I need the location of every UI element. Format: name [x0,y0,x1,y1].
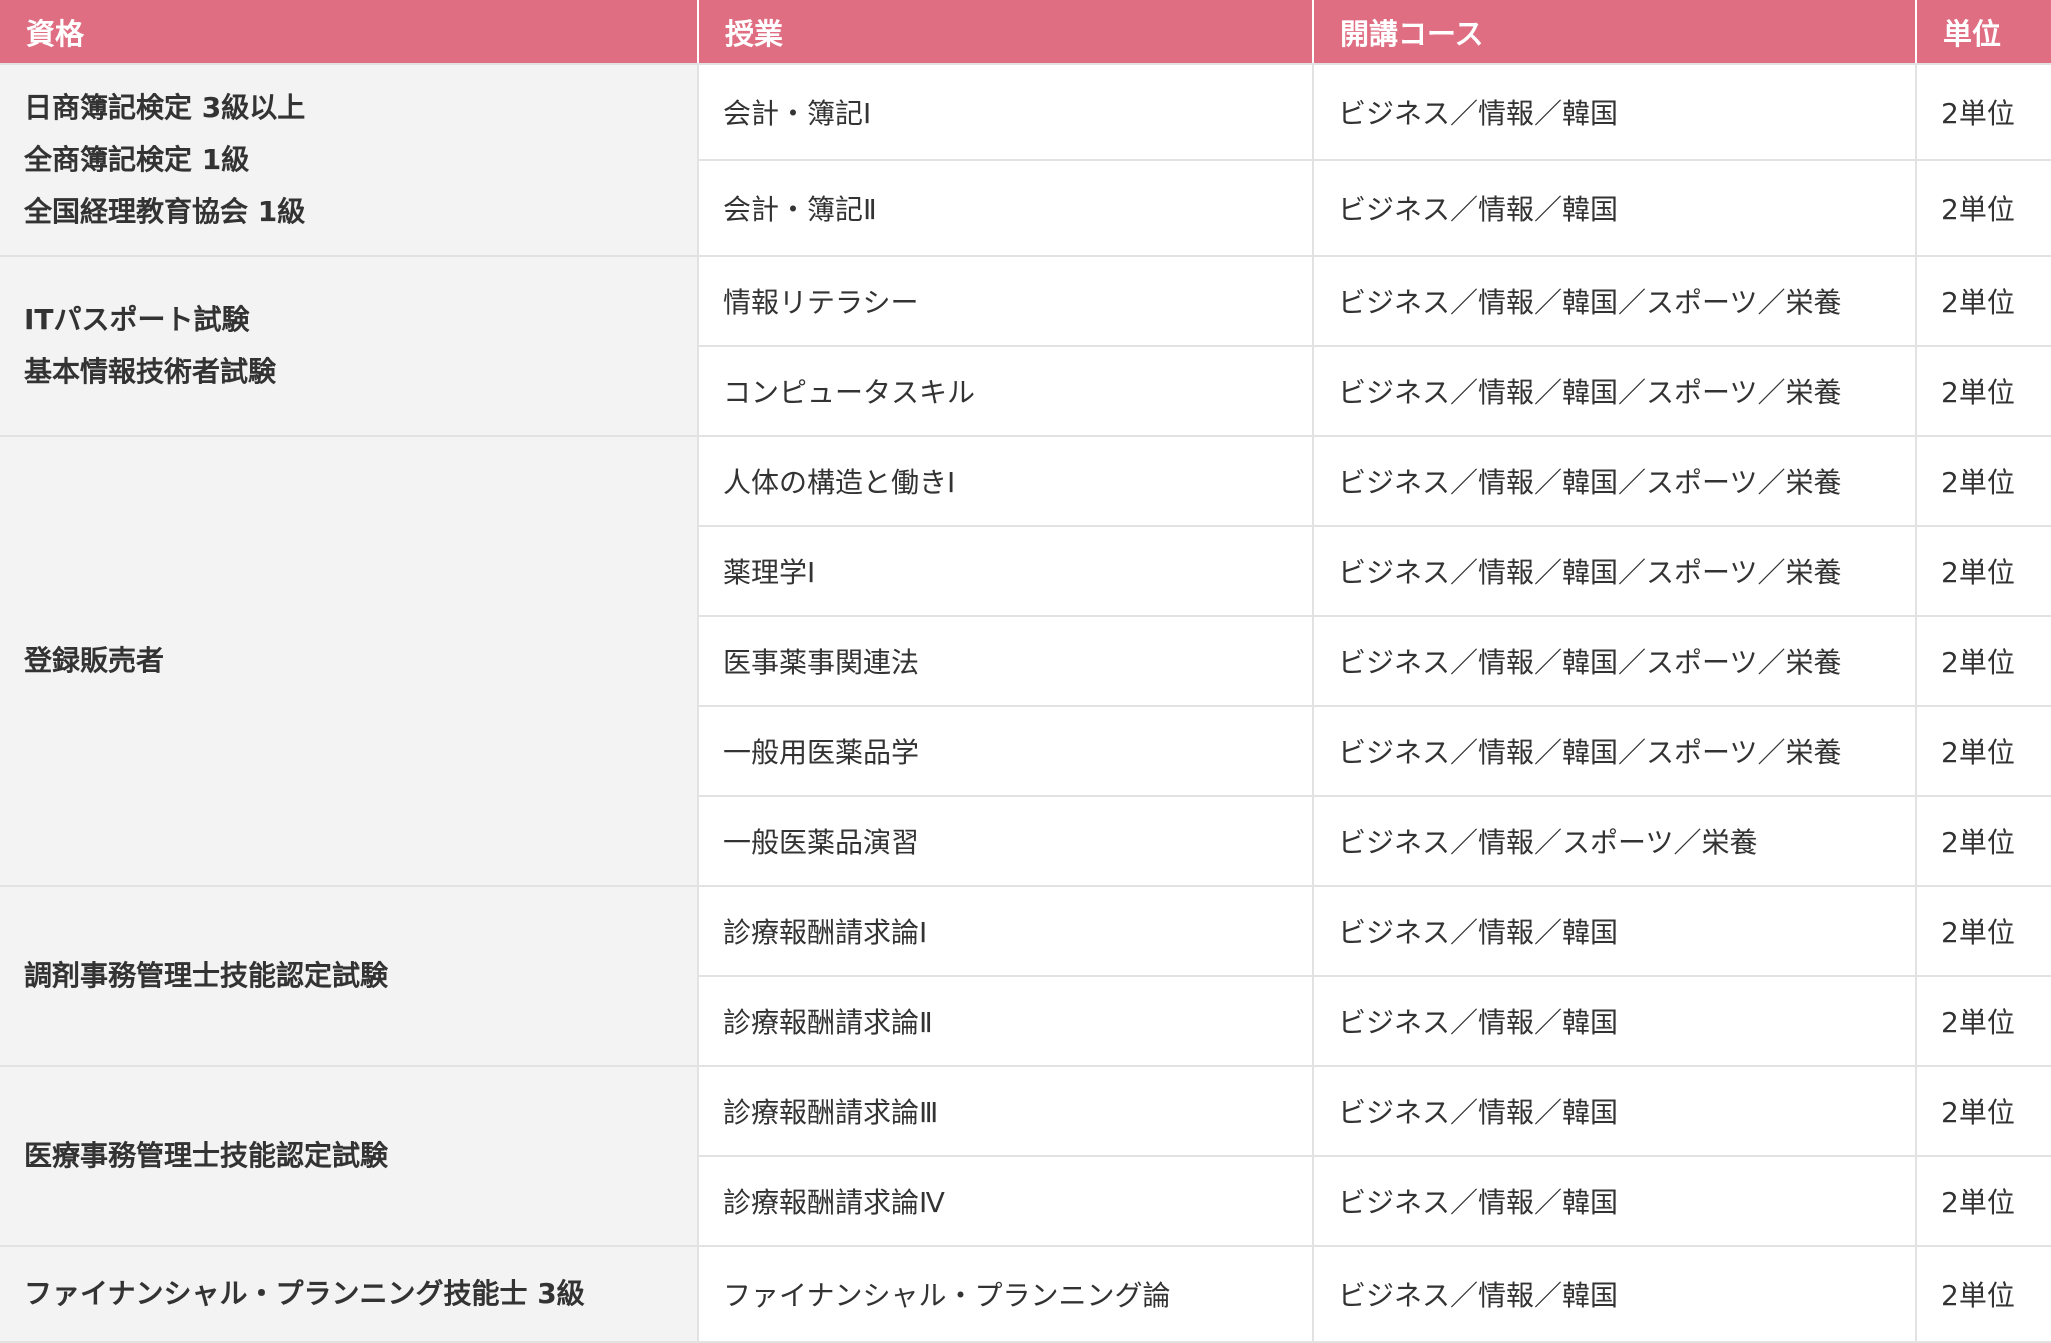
table-row: 日商簿記検定 3級以上 全商簿記検定 1級 全国経理教育協会 1級 会計・簿記Ⅰ ビジネ… [0,63,2051,257]
qualification-name: 登録販売者 [24,644,165,677]
unit-cell: 2単位 [1915,345,2051,437]
course-cell: ビジネス／情報／韓国 [1312,885,1917,977]
class-cell: 会計・簿記Ⅱ [697,159,1314,257]
course-cell: ビジネス／情報／韓国 [1312,63,1917,161]
course-cell: ビジネス／情報／韓国 [1312,975,1917,1067]
course-cell: ビジネス／情報／韓国 [1312,1065,1917,1157]
unit-cell: 2単位 [1915,525,2051,617]
class-cell: 会計・簿記Ⅰ [697,63,1314,161]
qualification-name: 調剤事務管理士技能認定試験 [24,959,389,992]
course-cell: ビジネス／情報／韓国／スポーツ／栄養 [1312,435,1917,527]
unit-cell: 2単位 [1915,1245,2051,1343]
class-cell: 診療報酬請求論Ⅲ [697,1065,1314,1157]
qualification-table: 資格 授業 開講コース 単位 日商簿記検定 3級以上 全商簿記検定 1級全国経理教… [0,0,2051,1343]
class-cell: ファイナンシャル・プランニング論 [697,1245,1314,1343]
unit-cell: 2単位 [1915,885,2051,977]
unit-cell: 2単位 [1915,795,2051,887]
unit-cell: 2単位 [1915,1155,2051,1247]
course-cell: ビジネス／情報／スポーツ／栄養 [1312,795,1917,887]
header-row: 資格 授業 開講コース 単位 [0,0,2051,65]
course-cell: ビジネス／情報／韓国／スポーツ／栄養 [1312,345,1917,437]
header-course: 開講コース [1312,0,1916,65]
class-cell: 一般用医薬品学 [697,705,1314,797]
class-cell: 一般医薬品演習 [697,795,1314,887]
unit-cell: 2単位 [1915,63,2051,161]
header-qualification: 資格 [0,0,698,65]
unit-cell: 2単位 [1915,435,2051,527]
unit-cell: 2単位 [1915,159,2051,257]
class-cell: 情報リテラシー [697,255,1314,347]
qualification-cell: ITパスポート試験 基本情報技術者試験 [0,255,699,437]
qualification-cell: ファイナンシャル・プランニング技能士 3級 [0,1245,699,1343]
qualification-cell: 調剤事務管理士技能認定試験 [0,885,699,1067]
course-cell: ビジネス／情報／韓国 [1312,1155,1917,1247]
table-row: 医療事務管理士技能認定試験 診療報酬請求論Ⅲ ビジネス／情報／韓国 2単位 [0,1065,2051,1247]
course-cell: ビジネス／情報／韓国／スポーツ／栄養 [1312,255,1917,347]
class-cell: 医事薬事関連法 [697,615,1314,707]
course-cell: ビジネス／情報／韓国 [1312,1245,1917,1343]
class-cell: 診療報酬請求論Ⅳ [697,1155,1314,1247]
unit-cell: 2単位 [1915,255,2051,347]
course-cell: ビジネス／情報／韓国／スポーツ／栄養 [1312,525,1917,617]
table-row: ITパスポート試験 基本情報技術者試験 情報リテラシー ビジネス／情報／韓国／スポーツ… [0,255,2051,437]
unit-cell: 2単位 [1915,975,2051,1067]
table-row: 登録販売者 人体の構造と働きⅠ ビジネス／情報／韓国／スポーツ／栄養 2単位 [0,435,2051,887]
class-cell: 人体の構造と働きⅠ [697,435,1314,527]
unit-cell: 2単位 [1915,615,2051,707]
course-cell: ビジネス／情報／韓国／スポーツ／栄養 [1312,705,1917,797]
table-header: 資格 授業 開講コース 単位 [0,0,2051,65]
qualification-name: 日商簿記検定 3級以上 [24,91,306,124]
qualification-name: ITパスポート試験 [24,303,250,336]
class-cell: 診療報酬請求論Ⅱ [697,975,1314,1067]
class-cell: 薬理学Ⅰ [697,525,1314,617]
qualification-name: 全国経理教育協会 1級 [24,195,306,228]
table-body: 日商簿記検定 3級以上 全商簿記検定 1級 全国経理教育協会 1級 会計・簿記Ⅰ ビジネ… [0,63,2051,1343]
table-row: ファイナンシャル・プランニング技能士 3級 ファイナンシャル・プランニング論 ビジネ… [0,1245,2051,1343]
class-cell: 診療報酬請求論Ⅰ [697,885,1314,977]
qualification-cell: 医療事務管理士技能認定試験 [0,1065,699,1247]
qualification-name: 全商簿記検定 1級 [24,143,250,176]
qualification-cell: 登録販売者 [0,435,699,887]
header-class: 授業 [697,0,1313,65]
qualification-cell: 日商簿記検定 3級以上 全商簿記検定 1級全国経理教育協会 1級 [0,63,699,257]
unit-cell: 2単位 [1915,1065,2051,1157]
course-cell: ビジネス／情報／韓国 [1312,159,1917,257]
unit-cell: 2単位 [1915,705,2051,797]
header-unit: 単位 [1915,0,2051,65]
table-row: 調剤事務管理士技能認定試験 診療報酬請求論Ⅰ ビジネス／情報／韓国 2単位 [0,885,2051,1067]
class-cell: コンピュータスキル [697,345,1314,437]
qualification-name: ファイナンシャル・プランニング技能士 3級 [24,1277,585,1310]
qualification-name: 医療事務管理士技能認定試験 [24,1139,389,1172]
course-cell: ビジネス／情報／韓国／スポーツ／栄養 [1312,615,1917,707]
qualification-name: 基本情報技術者試験 [24,355,277,388]
